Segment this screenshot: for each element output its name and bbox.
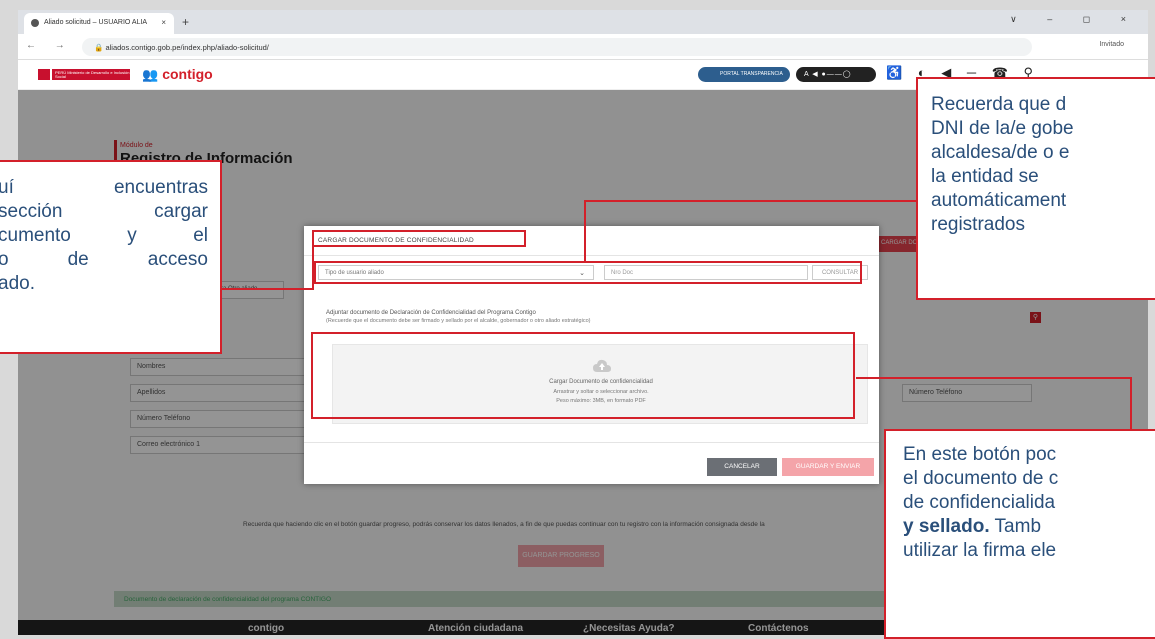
callout-br-line: utilizar la firma ele (903, 540, 1057, 561)
callout-left-line: ado. (0, 273, 35, 294)
connector-left (222, 288, 312, 290)
screenshot-frame: Aliado solicitud – USUARIO ALIA × + ∨ – … (0, 0, 1155, 639)
url-text: aliados.contigo.gob.pe/index.php/aliado-… (105, 43, 269, 52)
people-icon: 👥 (142, 67, 159, 82)
address-bar: ← → C 🔒 aliados.contigo.gob.pe/index.php… (18, 34, 1148, 60)
callout-left: uí encuentras sección cargar cumento y e… (0, 160, 222, 354)
favicon-icon (31, 19, 39, 27)
callout-left-line: uí encuentras (0, 177, 208, 198)
callout-br-line: y sellado. Tamb (903, 515, 1155, 539)
callout-tr-line: Recuerda que d (931, 94, 1067, 115)
browser-tab[interactable]: Aliado solicitud – USUARIO ALIA × (24, 13, 174, 34)
callout-top-right: Recuerda que d DNI de la/e gobe alcaldes… (916, 77, 1155, 300)
tab-bar: Aliado solicitud – USUARIO ALIA × + ∨ – … (18, 10, 1148, 34)
connector-top (584, 200, 916, 202)
callout-tr-line: DNI de la/e gobe (931, 118, 1074, 139)
connector-bottom (856, 377, 1132, 379)
font-size-slider[interactable]: A ◀ ●——◯ (796, 67, 876, 82)
lock-icon: 🔒 (94, 43, 106, 52)
window-controls[interactable]: ∨ – ◻ × (1010, 14, 1140, 25)
callout-left-line: sección cargar (0, 201, 208, 222)
connector-top-v (584, 200, 586, 262)
new-tab-button[interactable]: + (182, 15, 189, 29)
attach-instructions: Adjuntar documento de Declaración de Con… (326, 310, 536, 316)
brand-name: contigo (162, 66, 213, 82)
callout-br-line: En este botón poc (903, 444, 1057, 465)
close-tab-icon[interactable]: × (161, 18, 166, 27)
callout-left-line: o de acceso (0, 249, 208, 270)
highlight-modal-title (312, 230, 526, 247)
portal-transparencia-button[interactable]: PORTAL TRANSPARENCIA (698, 67, 790, 82)
save-and-send-button[interactable]: GUARDAR Y ENVIAR (782, 458, 874, 476)
callout-tr-line: automáticament (931, 190, 1067, 211)
url-input[interactable]: 🔒 aliados.contigo.gob.pe/index.php/aliad… (82, 38, 1032, 56)
callout-br-bold: y sellado. (903, 516, 990, 537)
callout-br-line: el documento de c (903, 468, 1059, 489)
callout-br-line: de confidencialida (903, 492, 1056, 513)
callout-tr-line: la entidad se (931, 166, 1039, 187)
gob-logo[interactable]: PERÚ Ministerio de Desarrollo e Inclusió… (52, 69, 130, 80)
profile-label[interactable]: Invitado (1099, 41, 1124, 48)
highlight-user-doc-row (314, 261, 862, 284)
contigo-logo[interactable]: 👥 contigo (142, 66, 213, 83)
divider (304, 442, 879, 443)
peru-flag-icon (38, 69, 50, 80)
attach-note: (Recuerde que el documento debe ser firm… (326, 318, 591, 324)
callout-tr-line: alcaldesa/de o e (931, 142, 1070, 163)
tab-title: Aliado solicitud – USUARIO ALIA (44, 19, 148, 26)
callout-tr-line: registrados (931, 214, 1025, 235)
callout-bottom-right: En este botón poc el documento de c de c… (884, 429, 1155, 639)
cancel-button[interactable]: CANCELAR (707, 458, 777, 476)
divider (304, 255, 879, 256)
connector-left-v (312, 246, 314, 290)
connector-bottom-v (1130, 377, 1132, 429)
callout-left-line: cumento y el (0, 225, 208, 246)
highlight-dropzone (311, 332, 855, 419)
callout-br-rest: Tamb (989, 516, 1042, 537)
